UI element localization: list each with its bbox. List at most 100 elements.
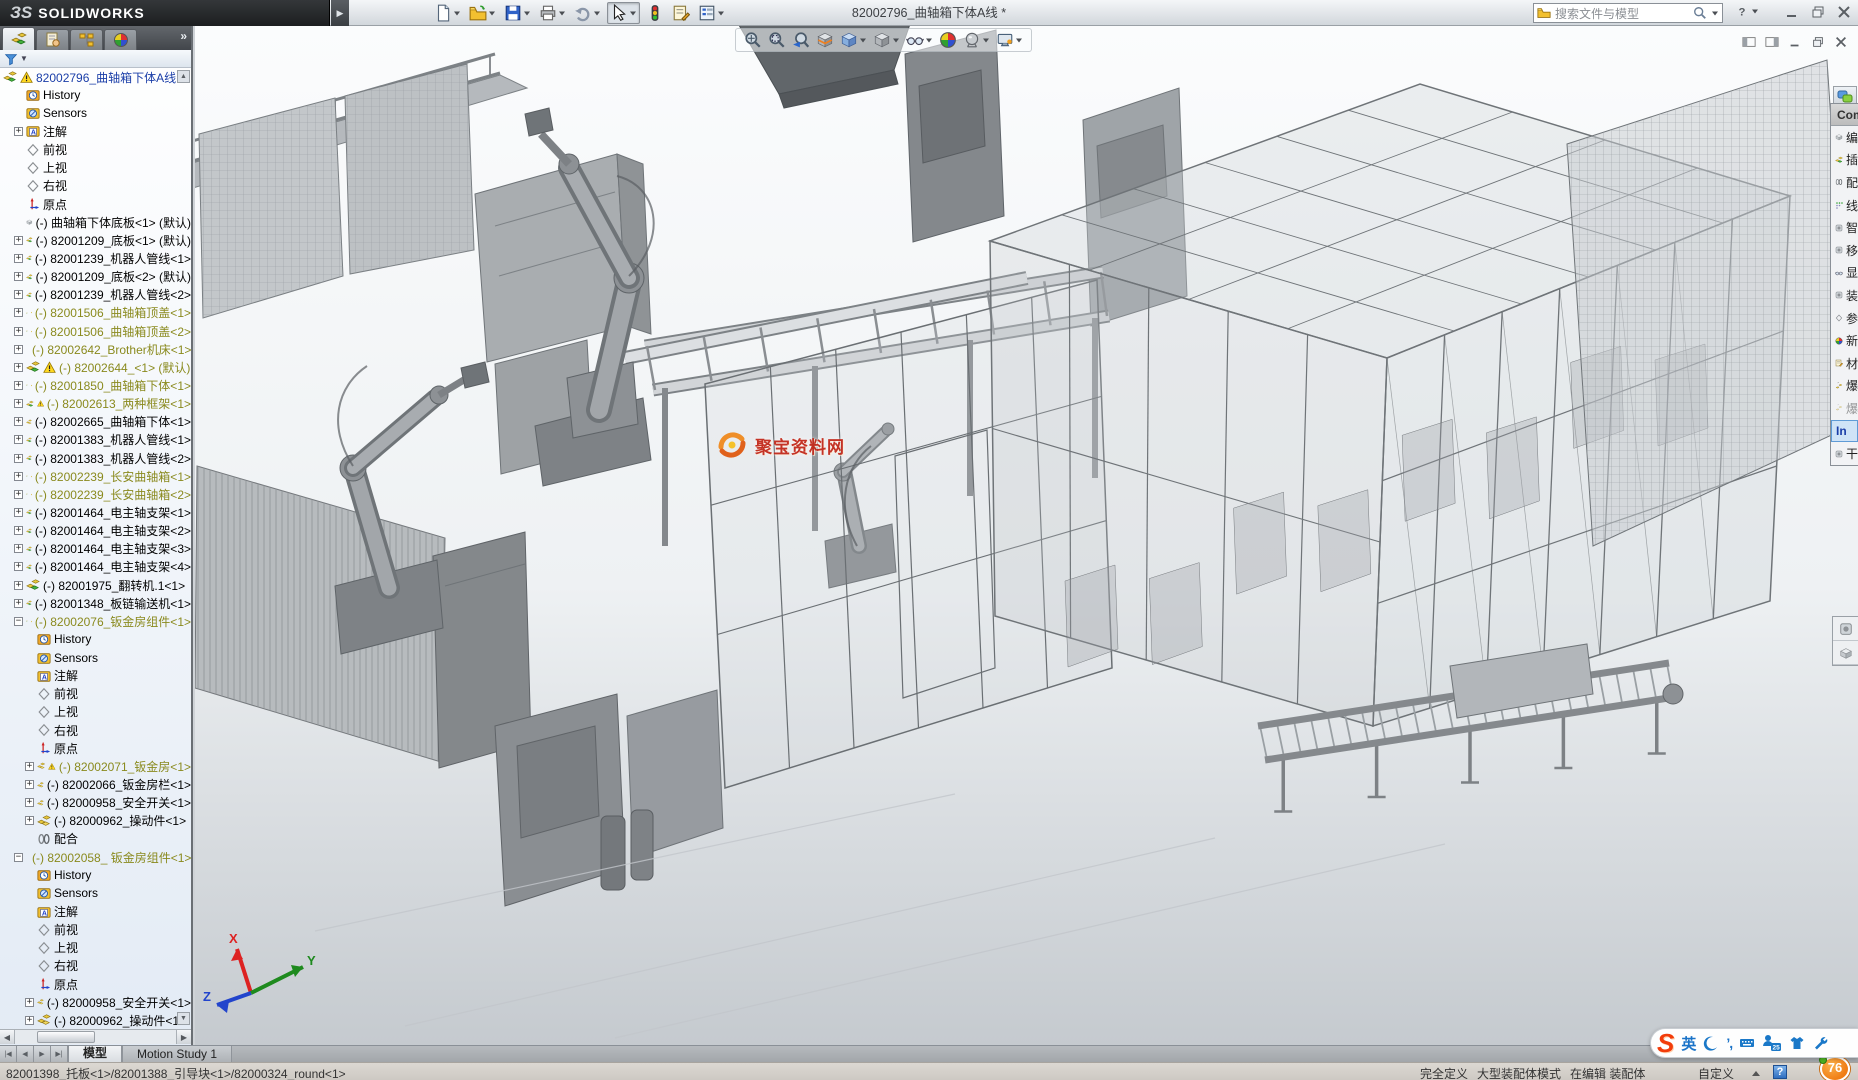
soft-keyboard-icon[interactable] (1739, 1035, 1755, 1051)
tree-item[interactable]: A注解 (0, 667, 191, 685)
tree-item[interactable]: 上视 (0, 703, 191, 721)
tree-item[interactable]: 82002796_曲轴箱下体A线 (0, 68, 191, 86)
tree-item[interactable]: +(-) 82001850_曲轴箱下体<1> (0, 376, 191, 394)
explode-line-sketch-button[interactable]: 爆 (1831, 397, 1858, 420)
tree-expand-toggle[interactable]: + (14, 345, 23, 354)
tree-item[interactable]: +(-) 82002239_长安曲轴箱<1> (0, 467, 191, 485)
tree-item[interactable]: +(-) 82000962_操动件<1> (0, 812, 191, 830)
help-button[interactable]: ? (1735, 4, 1759, 18)
hscroll-thumb[interactable] (37, 1031, 95, 1043)
tree-item[interactable]: 前视 (0, 921, 191, 939)
tree-expand-toggle[interactable]: + (14, 417, 23, 426)
tree-expand-toggle[interactable]: + (14, 308, 23, 317)
filter-caret-icon[interactable]: ▼ (20, 54, 28, 63)
view-settings-button[interactable] (996, 31, 1023, 49)
tree-item[interactable]: +(-) 82000958_安全开关<1> (0, 993, 191, 1011)
undo-button[interactable] (572, 3, 603, 23)
tree-expand-toggle[interactable]: + (14, 363, 23, 372)
tree-expand-toggle[interactable]: + (14, 599, 23, 608)
tree-item[interactable]: 配合 (0, 830, 191, 848)
doc-minimize-button[interactable] (1788, 35, 1802, 49)
settings-wrench-icon[interactable] (1812, 1035, 1828, 1051)
flyout-header[interactable]: Com (1831, 104, 1858, 126)
tree-item[interactable]: 右视 (0, 721, 191, 739)
graphics-area[interactable]: Com 编插配线智移显装参新材爆爆In干 聚宝资料网 X Y Z (195, 26, 1858, 1045)
displaymanager-tab[interactable] (104, 29, 137, 50)
tree-item[interactable]: −(-) 82002076_钣金房组件<1> (0, 612, 191, 630)
tree-item[interactable]: 原点 (0, 195, 191, 213)
close-button[interactable] (1836, 4, 1852, 20)
tree-filter-row[interactable]: ▼ (0, 50, 191, 68)
smart-fasteners-button[interactable]: 智 (1831, 216, 1858, 239)
tree-item[interactable]: +(-) 82002071_钣金房<1> (0, 757, 191, 775)
view-orientation-button[interactable] (840, 31, 867, 49)
propertymanager-tab[interactable] (36, 29, 69, 50)
tree-item[interactable]: −(-) 82002058_ 钣金房组件<1> (0, 848, 191, 866)
tree-item[interactable]: 前视 (0, 141, 191, 159)
tree-item[interactable]: 上视 (0, 159, 191, 177)
search-box[interactable]: 搜索文件与模型 (1533, 3, 1723, 23)
tree-expand-toggle[interactable]: + (25, 780, 34, 789)
right-edge-button[interactable] (1833, 641, 1858, 665)
assembly-features-button[interactable]: 装 (1831, 284, 1858, 307)
tree-item[interactable]: +(-) 82001209_底板<1> (默认) (0, 231, 191, 249)
tab-nav-button-0[interactable]: |◀ (0, 1046, 17, 1062)
tree-item[interactable]: +(-) 82001383_机器人管线<2> (0, 449, 191, 467)
configurationmanager-tab[interactable] (70, 29, 103, 50)
tree-item[interactable]: +(-) 82001239_机器人管线<2> (0, 286, 191, 304)
tree-item[interactable]: +(-) 82000962_操动件<1> (0, 1011, 191, 1029)
instant3d-button[interactable]: In (1831, 420, 1858, 443)
tree-expand-toggle[interactable]: + (14, 472, 23, 481)
apply-scene-button[interactable] (963, 31, 990, 49)
status-help-icon[interactable]: ? (1773, 1065, 1787, 1079)
open-document-button[interactable] (467, 3, 498, 23)
tree-expand-toggle[interactable]: + (25, 798, 34, 807)
tree-item[interactable]: 右视 (0, 957, 191, 975)
tree-item[interactable]: (-) 曲轴箱下体底板<1> (默认) (0, 213, 191, 231)
options-button[interactable] (696, 3, 727, 23)
bill-of-materials-button[interactable]: 材 (1831, 352, 1858, 375)
tree-item[interactable]: +(-) 82001209_底板<2> (默认) (0, 268, 191, 286)
tree-expand-toggle[interactable]: − (14, 853, 23, 862)
punctuation-toggle[interactable]: ’, (1726, 1035, 1732, 1051)
tree-expand-toggle[interactable]: + (25, 762, 34, 771)
tree-expand-toggle[interactable]: + (25, 1016, 34, 1025)
tree-expand-toggle[interactable]: + (14, 526, 23, 535)
show-hidden-components-button[interactable]: 显 (1831, 262, 1858, 285)
tree-item[interactable]: 原点 (0, 975, 191, 993)
sogou-logo[interactable]: S (1657, 1030, 1674, 1056)
tree-expand-toggle[interactable]: + (14, 127, 23, 136)
tree-item[interactable]: A注解 (0, 902, 191, 920)
display-style-button[interactable] (873, 31, 900, 49)
insert-component-button[interactable]: 插 (1831, 149, 1858, 172)
tree-item[interactable]: +(-) 82001975_翻转机.1<1> (0, 576, 191, 594)
edit-appearance-button[interactable] (939, 31, 957, 49)
tree-expand-toggle[interactable]: − (14, 617, 23, 626)
tree-item[interactable]: 右视 (0, 177, 191, 195)
exploded-view-button[interactable]: 爆 (1831, 375, 1858, 398)
search-dropdown-icon[interactable] (1711, 9, 1719, 17)
section-view-button[interactable] (816, 31, 834, 49)
linear-component-pattern-button[interactable]: 线 (1831, 194, 1858, 217)
tree-item[interactable]: History (0, 630, 191, 648)
tree-item[interactable]: +(-) 82001506_曲轴箱顶盖<2> (0, 322, 191, 340)
tree-item[interactable]: +(-) 82002239_长安曲轴箱<2> (0, 485, 191, 503)
zoom-to-fit-button[interactable] (744, 31, 762, 49)
ime-language-toggle[interactable]: 英 (1681, 1033, 1696, 1054)
tree-expand-toggle[interactable]: + (14, 327, 23, 336)
tree-expand-toggle[interactable]: + (14, 544, 23, 553)
tree-horizontal-scrollbar[interactable]: ◀ ▶ (0, 1029, 191, 1044)
hscroll-right[interactable]: ▶ (176, 1030, 191, 1044)
status-custom-dropdown[interactable]: 自定义 (1698, 1065, 1734, 1080)
restore-button[interactable] (1810, 4, 1826, 20)
user-level-icon[interactable]: 25 (1762, 1033, 1782, 1053)
tree-scroll-up[interactable]: ▲ (177, 70, 190, 83)
save-button[interactable] (502, 3, 533, 23)
moon-icon[interactable] (1703, 1035, 1719, 1051)
tree-item[interactable]: +(-) 82001464_电主轴支架<3> (0, 540, 191, 558)
filter-icon[interactable] (4, 52, 18, 66)
reference-geometry-button[interactable]: 参 (1831, 307, 1858, 330)
edit-component-button[interactable]: 编 (1831, 126, 1858, 149)
tree-expand-toggle[interactable]: + (14, 254, 23, 263)
new-motion-study-button[interactable]: 新 (1831, 329, 1858, 352)
